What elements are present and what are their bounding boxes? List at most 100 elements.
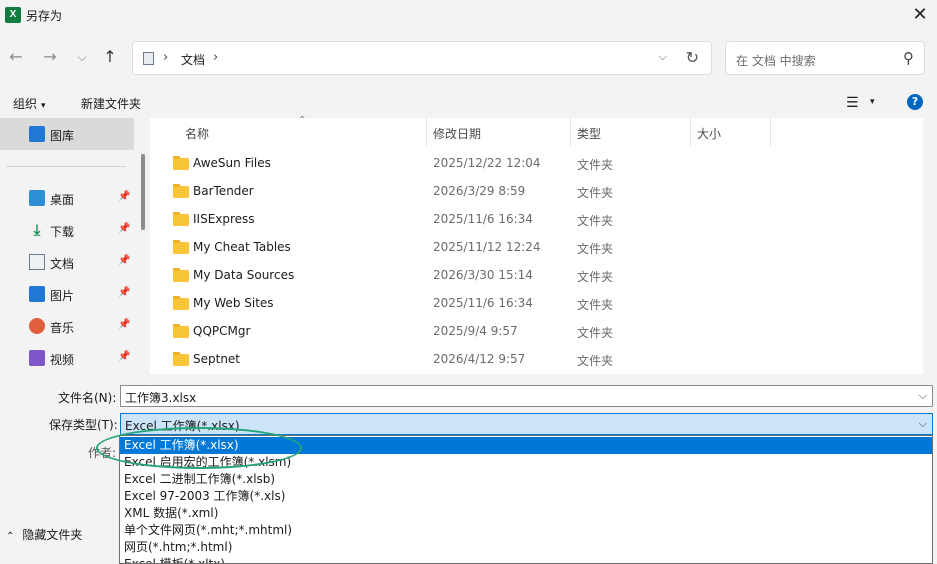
save-type-option[interactable]: 单个文件网页(*.mht;*.mhtml) [120,522,932,539]
column-header-modified[interactable]: 修改日期 [433,125,481,142]
organize-button[interactable]: 组织 ▾ [13,95,46,112]
hide-folders-button[interactable]: ⌃ 隐藏文件夹 [6,526,82,543]
folder-icon [173,296,189,310]
column-divider[interactable] [770,118,771,146]
excel-app-icon: X [5,7,21,23]
sidebar-item-downloads[interactable]: ⤓ 下载 📌 [0,214,134,246]
filename-label: 文件名(N): [58,391,117,405]
save-type-option[interactable]: XML 数据(*.xml) [120,505,932,522]
column-header-name[interactable]: 名称 [185,125,209,142]
address-bar[interactable]: › 文档 › ⌵ ↻ [132,41,712,75]
breadcrumb-separator[interactable]: › [213,50,218,65]
navigation-bar: ← → ⌵ ↑ › 文档 › ⌵ ↻ 在 文档 中搜索 ⚲ [0,38,937,78]
video-icon [29,350,45,366]
search-input[interactable]: 在 文档 中搜索 ⚲ [725,41,925,75]
pin-icon[interactable]: 📌 [118,319,130,330]
table-row[interactable]: BarTender 2026/3/29 8:59 文件夹 [150,178,923,206]
save-type-option[interactable]: Excel 97-2003 工作簿(*.xls) [120,488,932,505]
address-history-icon[interactable]: ⌵ [659,50,667,64]
column-header-type[interactable]: 类型 [577,125,601,142]
filename-field[interactable]: 工作簿3.xlsx ⌵ [120,385,933,407]
table-row[interactable]: AweSun Files 2025/12/22 12:04 文件夹 [150,150,923,178]
chevron-down-icon[interactable]: ⌵ [919,417,927,431]
pin-icon[interactable]: 📌 [118,223,130,234]
table-row[interactable]: IISExpress 2025/11/6 16:34 文件夹 [150,206,923,234]
sidebar-item-label: 下载 [50,225,75,239]
breadcrumb-documents[interactable]: 文档 [181,51,205,68]
sidebar-scrollbar[interactable] [141,154,145,230]
download-icon: ⤓ [33,221,41,239]
sidebar-item-music[interactable]: 音乐 📌 [0,310,134,342]
file-modified: 2026/4/12 9:57 [433,352,526,366]
file-type: 文件夹 [577,354,614,368]
organize-label: 组织 [13,97,38,111]
file-list: 名称 ⌃ 修改日期 类型 大小 AweSun Files 2025/12/22 … [150,115,923,374]
sidebar-item-desktop[interactable]: 桌面 📌 [0,182,134,214]
document-icon [143,52,154,65]
file-name: Septnet [193,352,241,366]
sidebar-item-label: 音乐 [50,321,75,335]
column-divider[interactable] [690,118,691,146]
file-name: BarTender [193,184,254,198]
folder-icon [173,240,189,254]
table-row[interactable]: My Web Sites 2025/11/6 16:34 文件夹 [150,290,923,318]
folder-icon [173,324,189,338]
chevron-up-icon: ⌃ [6,531,15,542]
file-type: 文件夹 [577,270,614,284]
file-modified: 2025/11/6 16:34 [433,212,533,226]
refresh-icon[interactable]: ↻ [686,48,699,67]
view-options-icon[interactable]: ☰ [846,95,859,111]
sidebar-item-label: 图片 [50,289,75,303]
sidebar-item-videos[interactable]: 视频 📌 [0,342,134,374]
pin-icon[interactable]: 📌 [118,287,130,298]
sort-ascending-icon: ⌃ [298,115,307,126]
column-label: 名称 [185,127,210,141]
pin-icon[interactable]: 📌 [118,191,130,202]
chevron-down-icon[interactable]: ⌵ [919,389,927,403]
help-icon[interactable]: ? [907,94,923,110]
chevron-down-icon: ▾ [41,101,46,111]
pictures-icon [29,286,45,302]
table-row[interactable]: My Data Sources 2026/3/30 15:14 文件夹 [150,262,923,290]
table-row[interactable]: QQPCMgr 2025/9/4 9:57 文件夹 [150,318,923,346]
close-icon[interactable]: ✕ [909,4,931,26]
breadcrumb-separator[interactable]: › [163,50,168,65]
back-arrow-icon[interactable]: ← [6,46,26,68]
column-divider[interactable] [426,118,427,146]
recent-locations-icon[interactable]: ⌵ [72,46,92,68]
music-icon [29,318,45,334]
file-type: 文件夹 [577,242,614,256]
sidebar-divider [6,166,126,167]
file-name: QQPCMgr [193,324,251,338]
file-modified: 2025/12/22 12:04 [433,156,541,170]
file-name: My Web Sites [193,296,274,310]
folder-icon [173,268,189,282]
file-name: My Data Sources [193,268,295,282]
up-arrow-icon[interactable]: ↑ [100,46,120,68]
pin-icon[interactable]: 📌 [118,255,130,266]
navigation-pane: 图库 桌面 📌 ⤓ 下载 📌 文档 📌 图片 📌 音乐 📌 视频 📌 [0,118,134,374]
search-icon[interactable]: ⚲ [903,49,914,67]
table-row[interactable]: Septnet 2026/4/12 9:57 文件夹 [150,346,923,374]
column-header-size[interactable]: 大小 [697,125,721,142]
title-bar: X 另存为 ✕ [0,0,937,30]
forward-arrow-icon[interactable]: → [40,46,60,68]
file-list-scrollbar[interactable] [923,118,937,374]
search-placeholder: 在 文档 中搜索 [736,54,816,68]
file-modified: 2026/3/30 15:14 [433,268,533,282]
file-modified: 2025/11/12 12:24 [433,240,541,254]
table-row[interactable]: My Cheat Tables 2025/11/12 12:24 文件夹 [150,234,923,262]
command-bar: 组织 ▾ 新建文件夹 ☰ ▾ [0,88,937,116]
file-name: AweSun Files [193,156,271,170]
save-type-option[interactable]: Excel 二进制工作簿(*.xlsb) [120,471,932,488]
folder-icon [173,212,189,226]
new-folder-button[interactable]: 新建文件夹 [81,95,141,112]
pin-icon[interactable]: 📌 [118,351,130,362]
sidebar-item-pictures[interactable]: 图片 📌 [0,278,134,310]
save-type-option[interactable]: Excel 模板(*.xltx) [120,556,932,563]
save-type-option[interactable]: 网页(*.htm;*.html) [120,539,932,556]
column-divider[interactable] [570,118,571,146]
sidebar-item-documents[interactable]: 文档 📌 [0,246,134,278]
chevron-down-icon[interactable]: ▾ [870,97,875,107]
sidebar-item-gallery[interactable]: 图库 [0,118,134,150]
